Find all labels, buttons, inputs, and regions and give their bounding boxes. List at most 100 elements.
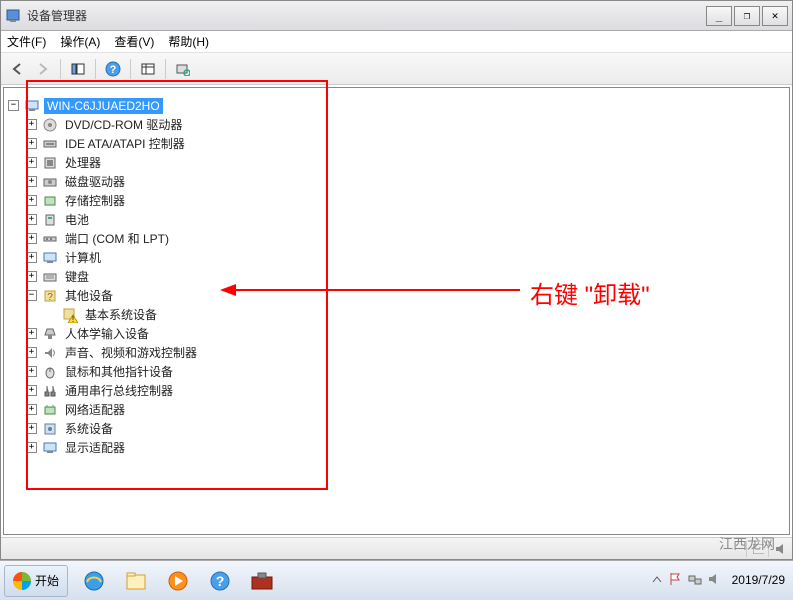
back-button[interactable] xyxy=(5,57,29,81)
menu-file[interactable]: 文件(F) xyxy=(7,33,46,50)
device-category-icon xyxy=(42,250,58,266)
tree-category-label[interactable]: 端口 (COM 和 LPT) xyxy=(62,229,172,248)
tree-device-label[interactable]: 基本系统设备 xyxy=(82,305,160,324)
tree-category-node[interactable]: + 声音、视频和游戏控制器 xyxy=(26,343,785,362)
scan-hardware-button[interactable] xyxy=(171,57,195,81)
device-category-icon xyxy=(42,345,58,361)
device-category-icon xyxy=(42,440,58,456)
start-button[interactable]: 开始 xyxy=(4,565,68,597)
device-category-icon xyxy=(42,402,58,418)
expand-icon[interactable]: + xyxy=(26,271,37,282)
device-manager-window: 设备管理器 _ ❐ ✕ 文件(F) 操作(A) 查看(V) 帮助(H) ? − xyxy=(0,0,793,560)
expand-icon[interactable]: + xyxy=(26,328,37,339)
expand-icon[interactable]: + xyxy=(26,214,37,225)
tree-category-node[interactable]: + 通用串行总线控制器 xyxy=(26,381,785,400)
tree-category-label[interactable]: 计算机 xyxy=(62,248,104,267)
tree-category-node[interactable]: + 键盘 xyxy=(26,267,785,286)
tree-category-label[interactable]: 声音、视频和游戏控制器 xyxy=(62,343,200,362)
close-button[interactable]: ✕ xyxy=(762,6,788,26)
tree-category-label[interactable]: 其他设备 xyxy=(62,286,116,305)
titlebar[interactable]: 设备管理器 _ ❐ ✕ xyxy=(1,1,792,31)
tree-category-label[interactable]: 系统设备 xyxy=(62,419,116,438)
tree-category-label[interactable]: 人体学输入设备 xyxy=(62,324,152,343)
tree-category-label[interactable]: IDE ATA/ATAPI 控制器 xyxy=(62,134,188,153)
tree-category-label[interactable]: 显示适配器 xyxy=(62,438,128,457)
device-category-icon xyxy=(42,155,58,171)
menu-help[interactable]: 帮助(H) xyxy=(168,33,209,50)
device-category-icon xyxy=(42,383,58,399)
tray-volume-icon[interactable] xyxy=(708,572,722,589)
tree-category-node[interactable]: −?其他设备 xyxy=(26,286,785,305)
tree-category-label[interactable]: 鼠标和其他指针设备 xyxy=(62,362,176,381)
expand-icon[interactable]: + xyxy=(26,442,37,453)
collapse-icon[interactable]: − xyxy=(26,290,37,301)
device-category-icon xyxy=(42,212,58,228)
taskbar-ie-icon[interactable] xyxy=(74,565,114,597)
tree-category-label[interactable]: 通用串行总线控制器 xyxy=(62,381,176,400)
expand-icon[interactable]: + xyxy=(26,366,37,377)
device-category-icon xyxy=(42,231,58,247)
taskbar-toolbox-icon[interactable] xyxy=(242,565,282,597)
tree-category-label[interactable]: 键盘 xyxy=(62,267,92,286)
tree-category-node[interactable]: + 计算机 xyxy=(26,248,785,267)
expand-icon[interactable]: + xyxy=(26,347,37,358)
device-category-icon xyxy=(42,174,58,190)
menu-view[interactable]: 查看(V) xyxy=(114,33,154,50)
tree-category-node[interactable]: + IDE ATA/ATAPI 控制器 xyxy=(26,134,785,153)
svg-text:?: ? xyxy=(110,64,117,76)
tray-date[interactable]: 2019/7/29 xyxy=(728,573,789,588)
device-category-icon xyxy=(42,136,58,152)
computer-icon xyxy=(24,98,40,114)
expand-icon[interactable]: + xyxy=(26,195,37,206)
minimize-button[interactable]: _ xyxy=(706,6,732,26)
tree-category-label[interactable]: 电池 xyxy=(62,210,92,229)
expand-icon[interactable]: + xyxy=(26,404,37,415)
tray-flag-icon[interactable] xyxy=(668,572,682,589)
tree-root-label[interactable]: WIN-C6JJUAED2HO xyxy=(44,98,163,114)
forward-button[interactable] xyxy=(31,57,55,81)
maximize-button[interactable]: ❐ xyxy=(734,6,760,26)
expand-icon[interactable]: + xyxy=(26,385,37,396)
windows-orb-icon xyxy=(13,572,31,590)
tree-category-label[interactable]: 存储控制器 xyxy=(62,191,128,210)
tray-expand-icon[interactable] xyxy=(652,574,662,588)
device-tree-panel[interactable]: − WIN-C6JJUAED2HO + DVD/CD-ROM 驱动器 + IDE AT… xyxy=(3,87,790,535)
tree-category-label[interactable]: 网络适配器 xyxy=(62,400,128,419)
tree-category-label[interactable]: 处理器 xyxy=(62,153,104,172)
expand-icon[interactable]: + xyxy=(26,138,37,149)
tree-category-node[interactable]: + 网络适配器 xyxy=(26,400,785,419)
tree-root-node[interactable]: − WIN-C6JJUAED2HO xyxy=(8,96,785,115)
taskbar-media-player-icon[interactable] xyxy=(158,565,198,597)
tree-device-node[interactable]: !基本系统设备 xyxy=(46,305,785,324)
taskbar-explorer-icon[interactable] xyxy=(116,565,156,597)
tree-category-node[interactable]: + 鼠标和其他指针设备 xyxy=(26,362,785,381)
show-hide-tree-button[interactable] xyxy=(66,57,90,81)
expand-icon[interactable]: + xyxy=(26,252,37,263)
device-category-icon xyxy=(42,117,58,133)
watermark: 江西龙网 xyxy=(719,534,775,554)
expand-icon[interactable]: + xyxy=(26,119,37,130)
expand-icon[interactable]: + xyxy=(26,157,37,168)
device-category-icon xyxy=(42,326,58,342)
toolbar-separator xyxy=(95,59,96,79)
tree-category-node[interactable]: + 系统设备 xyxy=(26,419,785,438)
expand-icon[interactable]: + xyxy=(26,423,37,434)
tree-category-label[interactable]: 磁盘驱动器 xyxy=(62,172,128,191)
tray-network-icon[interactable] xyxy=(688,572,702,589)
collapse-icon[interactable]: − xyxy=(8,100,19,111)
tree-category-node[interactable]: + DVD/CD-ROM 驱动器 xyxy=(26,115,785,134)
tree-category-node[interactable]: + 磁盘驱动器 xyxy=(26,172,785,191)
detail-view-button[interactable] xyxy=(136,57,160,81)
menu-action[interactable]: 操作(A) xyxy=(60,33,100,50)
expand-icon[interactable]: + xyxy=(26,176,37,187)
tree-category-node[interactable]: + 人体学输入设备 xyxy=(26,324,785,343)
tree-category-node[interactable]: + 处理器 xyxy=(26,153,785,172)
tree-category-node[interactable]: + 显示适配器 xyxy=(26,438,785,457)
expand-icon[interactable]: + xyxy=(26,233,37,244)
tree-category-node[interactable]: + 存储控制器 xyxy=(26,191,785,210)
tree-category-label[interactable]: DVD/CD-ROM 驱动器 xyxy=(62,115,185,134)
taskbar-help-icon[interactable]: ? xyxy=(200,565,240,597)
tree-category-node[interactable]: + 电池 xyxy=(26,210,785,229)
help-button[interactable]: ? xyxy=(101,57,125,81)
tree-category-node[interactable]: + 端口 (COM 和 LPT) xyxy=(26,229,785,248)
